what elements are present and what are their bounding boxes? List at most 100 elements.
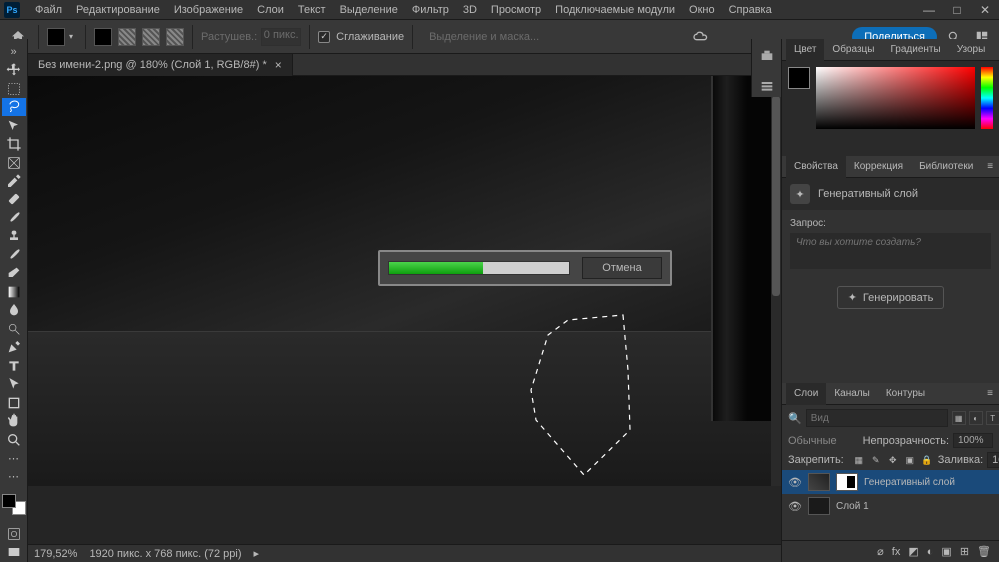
tab-channels[interactable]: Каналы [826,383,878,405]
hand-tool[interactable] [2,412,26,429]
dodge-tool[interactable] [2,320,26,337]
tab-libraries[interactable]: Библиотеки [911,156,981,178]
lock-paint-icon[interactable]: ✎ [869,453,883,467]
brush-tool[interactable] [2,209,26,226]
menu-select[interactable]: Выделение [333,0,405,20]
shape-tool[interactable] [2,394,26,411]
status-arrow-icon[interactable]: ▸ [254,547,260,560]
zoom-tool[interactable] [2,431,26,448]
vertical-scrollbar[interactable] [771,76,781,486]
filter-type-icon[interactable]: T [986,411,999,425]
color-panel-menu[interactable]: ≡ [993,44,999,55]
edit-toolbar[interactable]: ⋯ [2,468,26,485]
selection-mode-overlap[interactable] [166,28,184,46]
layer-mask-icon[interactable]: ◩ [908,545,918,558]
layer-mask-thumbnail[interactable] [836,473,858,491]
select-and-mask-button[interactable]: Выделение и маска... [421,29,547,45]
crop-tool[interactable] [2,135,26,152]
layer-search-input[interactable] [806,409,948,427]
opacity-input[interactable]: 100% [953,433,993,448]
frame-tool[interactable] [2,154,26,171]
object-select-tool[interactable] [2,117,26,134]
feather-input[interactable]: 0 пикс. [261,28,301,46]
layer-name[interactable]: Слой 1 [836,501,869,512]
color-picker[interactable] [816,67,975,129]
color-panel-swatch[interactable] [788,67,810,89]
maximize-button[interactable]: □ [943,0,971,20]
layer-thumbnail[interactable] [808,497,830,515]
visibility-icon[interactable]: 👁 [788,476,802,489]
dock-icon-1[interactable] [756,45,778,67]
lock-pixels-icon[interactable]: ▦ [852,453,866,467]
tab-paths[interactable]: Контуры [878,383,933,405]
properties-panel-menu[interactable]: ≡ [981,161,999,172]
hue-slider[interactable] [981,67,993,129]
pen-tool[interactable] [2,339,26,356]
menu-file[interactable]: Файл [28,0,69,20]
minimize-button[interactable]: — [915,0,943,20]
tab-adjustments[interactable]: Коррекция [846,156,911,178]
layer-name[interactable]: Генеративный слой [864,477,955,488]
type-tool[interactable] [2,357,26,374]
cloud-icon[interactable] [689,26,711,48]
fill-input[interactable]: 100% [987,452,999,468]
screenmode-tool[interactable] [2,544,26,561]
tab-properties[interactable]: Свойства [786,156,846,178]
fg-color-swatch[interactable] [2,494,16,508]
blur-tool[interactable] [2,302,26,319]
eyedropper-tool[interactable] [2,172,26,189]
menu-plugins[interactable]: Подключаемые модули [548,0,682,20]
group-icon[interactable]: ▣ [941,545,951,558]
lock-position-icon[interactable]: ✥ [886,453,900,467]
delete-layer-icon[interactable]: 🗑 [977,545,991,558]
filter-adjust-icon[interactable]: ◐ [969,411,983,425]
lock-artboard-icon[interactable]: ▣ [903,453,917,467]
layer-fx-icon[interactable]: fx [892,546,901,558]
zoom-level[interactable]: 179,52% [34,548,77,560]
color-swatches[interactable] [2,494,26,515]
selection-mode-intersect[interactable] [142,28,160,46]
layer-thumbnail[interactable] [808,473,830,491]
selection-mode-add[interactable] [94,28,112,46]
more-tools[interactable]: ⋯ [2,449,26,466]
link-layers-icon[interactable]: ⌀ [877,545,884,558]
marquee-tool[interactable] [2,80,26,97]
gradient-tool[interactable] [2,283,26,300]
menu-image[interactable]: Изображение [167,0,250,20]
eraser-tool[interactable] [2,265,26,282]
tab-gradients[interactable]: Градиенты [882,39,948,61]
menu-view[interactable]: Просмотр [484,0,548,20]
history-brush-tool[interactable] [2,246,26,263]
healing-tool[interactable] [2,191,26,208]
cancel-button[interactable]: Отмена [582,257,662,279]
document-info[interactable]: 1920 пикс. x 768 пикс. (72 ppi) [89,548,241,560]
tab-color[interactable]: Цвет [786,39,824,61]
move-tool[interactable] [2,61,26,78]
menu-3d[interactable]: 3D [456,0,484,20]
menu-layers[interactable]: Слои [250,0,291,20]
generate-button[interactable]: ✦ Генерировать [837,286,945,309]
tab-patterns[interactable]: Узоры [949,39,994,61]
lasso-tool[interactable] [2,98,26,115]
filter-pixel-icon[interactable]: ▦ [952,411,966,425]
menu-window[interactable]: Окно [682,0,722,20]
tab-swatches[interactable]: Образцы [824,39,882,61]
document-tab[interactable]: Без имени-2.png @ 180% (Слой 1, RGB/8#) … [28,54,293,76]
dock-icon-2[interactable] [756,75,778,97]
visibility-icon[interactable]: 👁 [788,500,802,513]
stamp-tool[interactable] [2,228,26,245]
adjustment-layer-icon[interactable]: ◐ [927,546,934,558]
menu-text[interactable]: Текст [291,0,333,20]
lock-all-icon[interactable]: 🔒 [920,453,934,467]
close-button[interactable]: ✕ [971,0,999,20]
menu-filter[interactable]: Фильтр [405,0,456,20]
layer-row[interactable]: 👁 Генеративный слой [782,470,999,494]
layer-row[interactable]: 👁 Слой 1 [782,494,999,518]
path-select-tool[interactable] [2,375,26,392]
menu-help[interactable]: Справка [722,0,779,20]
blend-mode-select[interactable]: Обычные [788,435,837,447]
menu-edit[interactable]: Редактирование [69,0,167,20]
expand-toolbar-icon[interactable]: » [2,43,26,60]
new-layer-icon[interactable]: ⊞ [960,545,969,558]
quickmask-tool[interactable] [2,525,26,542]
